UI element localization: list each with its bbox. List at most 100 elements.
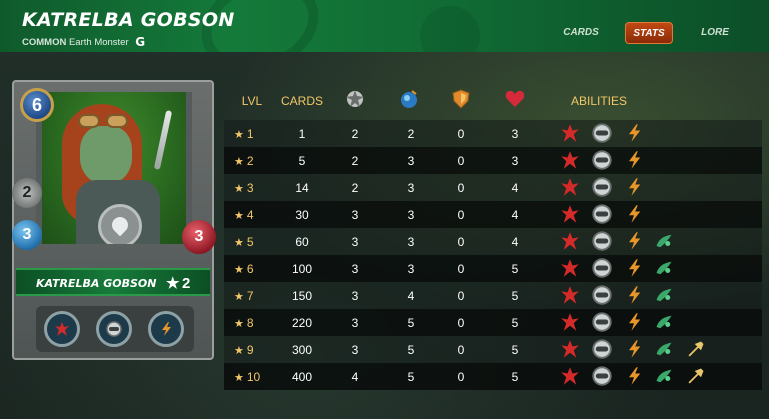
level-cell: ★ 3	[234, 181, 270, 195]
star-icon: ★	[234, 210, 244, 222]
poison-icon[interactable]	[654, 285, 674, 305]
shield-icon[interactable]	[592, 204, 612, 224]
enrage-icon[interactable]	[560, 204, 580, 224]
shield-icon[interactable]	[592, 258, 612, 278]
melee-cell: 3	[351, 262, 359, 276]
enrage-icon[interactable]	[560, 285, 580, 305]
rush-icon[interactable]	[624, 285, 644, 305]
cards-cell: 60	[295, 235, 309, 249]
melee-cell: 2	[351, 181, 359, 195]
tab-lore[interactable]: LORE	[695, 22, 735, 44]
star-icon: ★	[234, 129, 244, 141]
star-icon: ★	[234, 264, 244, 276]
card-name-bar: KATRELBA GOBSON ★ 2	[16, 268, 210, 296]
enrage-icon[interactable]	[560, 123, 580, 143]
poison-icon[interactable]	[654, 366, 674, 386]
cards-cell: 220	[291, 316, 313, 330]
table-row: ★ 10 400 4 5 0 5	[224, 363, 762, 390]
trample-icon[interactable]	[686, 339, 706, 359]
rush-icon[interactable]	[624, 312, 644, 332]
rush-icon[interactable]	[624, 123, 644, 143]
ranged-cell: 4	[407, 289, 415, 303]
rush-icon[interactable]	[624, 177, 644, 197]
level-cell: ★ 4	[234, 208, 270, 222]
rush-icon[interactable]	[148, 311, 184, 347]
page-title: KATRELBA GOBSON	[22, 9, 235, 31]
level-cell: ★ 10	[234, 370, 270, 384]
table-row: ★ 8 220 3 5 0 5	[224, 309, 762, 336]
level-value: 6	[246, 262, 254, 276]
shield-icon[interactable]	[592, 177, 612, 197]
header-lvl: LVL	[241, 94, 263, 108]
ranged-cell: 5	[407, 316, 415, 330]
shield-icon[interactable]	[96, 311, 132, 347]
rush-icon[interactable]	[624, 258, 644, 278]
armor-cell: 0	[457, 262, 465, 276]
card-subtitle: COMMON Earth Monster G	[22, 35, 145, 49]
level-cell: ★ 9	[234, 343, 270, 357]
cards-cell: 1	[298, 127, 306, 141]
shield-icon[interactable]	[592, 366, 612, 386]
enrage-icon[interactable]	[560, 366, 580, 386]
ranged-attack-icon	[401, 90, 417, 108]
tab-cards[interactable]: CARDS	[559, 22, 603, 44]
shield-icon[interactable]	[592, 150, 612, 170]
cards-cell: 100	[291, 262, 313, 276]
enrage-icon[interactable]	[560, 258, 580, 278]
star-icon: ★	[234, 183, 244, 195]
melee-cell: 2	[351, 154, 359, 168]
ranged-cell: 2	[407, 127, 415, 141]
star-icon: ★	[234, 318, 244, 330]
health-icon	[505, 90, 525, 107]
shield-icon[interactable]	[592, 123, 612, 143]
enrage-icon[interactable]	[560, 177, 580, 197]
enrage-icon[interactable]	[560, 339, 580, 359]
ranged-cell: 5	[407, 370, 415, 384]
rush-icon[interactable]	[624, 366, 644, 386]
level-cell: ★ 5	[234, 235, 270, 249]
cards-cell: 30	[295, 208, 309, 222]
shield-icon[interactable]	[592, 339, 612, 359]
melee-cell: 3	[351, 316, 359, 330]
poison-icon[interactable]	[654, 231, 674, 251]
table-row: ★ 1 1 2 2 0 3	[224, 120, 762, 147]
health-cell: 4	[511, 208, 519, 222]
melee-cell: 4	[351, 370, 359, 384]
star-icon: ★	[234, 372, 244, 384]
armor-cell: 0	[457, 289, 465, 303]
melee-cell: 3	[351, 343, 359, 357]
enrage-icon[interactable]	[560, 150, 580, 170]
shield-icon[interactable]	[592, 312, 612, 332]
header-cards: CARDS	[280, 94, 323, 108]
armor-cell: 0	[457, 181, 465, 195]
tab-stats[interactable]: STATS	[625, 22, 673, 44]
trample-icon[interactable]	[686, 366, 706, 386]
shield-icon[interactable]	[592, 231, 612, 251]
poison-icon[interactable]	[654, 339, 674, 359]
poison-icon[interactable]	[654, 312, 674, 332]
level-value: 2	[246, 154, 254, 168]
type-label: Earth Monster	[68, 37, 129, 48]
level-cell: ★ 1	[234, 127, 270, 141]
enrage-icon[interactable]	[560, 231, 580, 251]
ranged-attack-value: 3	[12, 220, 42, 250]
star-icon: ★	[234, 345, 244, 357]
health-cell: 4	[511, 235, 519, 249]
enrage-icon[interactable]	[44, 311, 80, 347]
rush-icon[interactable]	[624, 204, 644, 224]
melee-attack-icon	[346, 90, 364, 107]
table-row: ★ 7 150 3 4 0 5	[224, 282, 762, 309]
level-value: 9	[246, 343, 254, 357]
card-level: 2	[182, 275, 191, 292]
rush-icon[interactable]	[624, 339, 644, 359]
cards-cell: 400	[291, 370, 313, 384]
armor-cell: 0	[457, 370, 465, 384]
table-row: ★ 2 5 2 3 0 3	[224, 147, 762, 174]
shield-icon[interactable]	[592, 285, 612, 305]
poison-icon[interactable]	[654, 258, 674, 278]
enrage-icon[interactable]	[560, 312, 580, 332]
mana-cost: 6	[20, 88, 54, 122]
health-cell: 3	[511, 127, 519, 141]
rush-icon[interactable]	[624, 150, 644, 170]
rush-icon[interactable]	[624, 231, 644, 251]
